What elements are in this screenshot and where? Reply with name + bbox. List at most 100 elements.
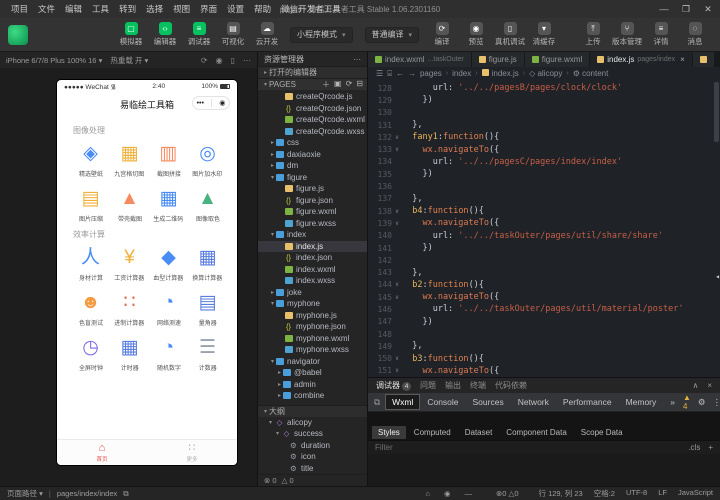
cls-toggle[interactable]: .cls [688, 443, 700, 452]
app-九宫格切图[interactable]: ▦九宫格切图 [110, 140, 149, 178]
devtools-tab-Memory[interactable]: Memory [620, 395, 663, 409]
devtools-tab-Wxml[interactable]: Wxml [386, 395, 419, 409]
tree-item-css[interactable]: ▸css [258, 137, 367, 149]
tree-item-index.wxml[interactable]: index.wxml [258, 264, 367, 276]
app-量角器[interactable]: ▤量角器 [188, 289, 227, 327]
tree-item-combine[interactable]: ▸combine [258, 390, 367, 402]
home-icon[interactable]: ⌂ [425, 489, 430, 498]
toolbar-编辑器[interactable]: ‹›编辑器 [149, 22, 181, 47]
app-网络测速[interactable]: ◔网络测速 [149, 289, 188, 327]
rotate-icon[interactable]: ⟳ [201, 56, 208, 65]
crumb-pages[interactable]: pages [420, 69, 442, 78]
app-计时器[interactable]: ▦计时器 [110, 334, 149, 372]
collapse-icon[interactable]: ⊟ [356, 79, 363, 90]
menu-视图[interactable]: 视图 [168, 3, 195, 15]
editor-tab-figure.wxml[interactable]: figure.wxml [525, 52, 590, 67]
toolbar-详情[interactable]: ≡详情 [645, 22, 677, 47]
bookmark-icon[interactable]: ⌸ [387, 69, 392, 79]
maximize-button[interactable]: ❐ [680, 4, 692, 15]
tree-item-dm[interactable]: ▸dm [258, 160, 367, 172]
tree-item-myphone.js[interactable]: myphone.js [258, 310, 367, 322]
page-path-select[interactable]: 页面路径 ▾ [7, 488, 43, 499]
hot-reload-toggle[interactable]: 热重载 开 ▾ [110, 55, 148, 66]
tree-item-index.json[interactable]: {}index.json [258, 252, 367, 264]
devtools-tab-»[interactable]: » [664, 395, 681, 409]
app-随机数字[interactable]: ◔随机数字 [149, 334, 188, 372]
statusbar-problems[interactable]: ⊗0 △0 [496, 489, 519, 498]
explorer-more-button[interactable]: ⋯ [353, 55, 361, 64]
phone-tab-首页[interactable]: ⌂首页 [57, 440, 147, 465]
devtools-tab-Network[interactable]: Network [512, 395, 555, 409]
app-图片加水印[interactable]: ◎图片加水印 [188, 140, 227, 178]
styles-subtab-Computed[interactable]: Computed [408, 426, 457, 439]
menu-转到[interactable]: 转到 [114, 3, 141, 15]
tree-item-admin[interactable]: ▸admin [258, 379, 367, 391]
editor-tab-index.wxml[interactable]: index.wxml...taskOuter [368, 52, 472, 67]
device-icon[interactable]: ▯ [231, 56, 235, 65]
minus-icon[interactable]: — [464, 489, 472, 498]
collapse-panel-icon[interactable]: ∧ [692, 381, 698, 390]
outline-item-success[interactable]: ▾◇success [258, 428, 367, 440]
editor-tab-partial[interactable] [693, 52, 715, 67]
kebab-menu-icon[interactable]: ⋮ [713, 397, 720, 408]
language-mode[interactable]: JavaScript [678, 488, 713, 499]
more-icon[interactable]: ⋯ [243, 56, 251, 65]
toolbar-上传[interactable]: ⤒上传 [577, 22, 609, 47]
warning-count[interactable]: ▲ 4 [683, 393, 691, 411]
app-身材计算[interactable]: 人身材计算 [71, 244, 110, 282]
tree-item-figure.wxss[interactable]: figure.wxss [258, 218, 367, 230]
outline-item-duration[interactable]: ⚙duration [258, 440, 367, 452]
outline-item-title[interactable]: ⚙title [258, 463, 367, 475]
menu-文件[interactable]: 文件 [33, 3, 60, 15]
panel-tab-代码依赖[interactable]: 代码依赖 [495, 380, 527, 391]
tree-item-index.js[interactable]: index.js [258, 241, 367, 253]
crumb-index[interactable]: index [452, 69, 471, 78]
tree-item-figure.json[interactable]: {}figure.json [258, 195, 367, 207]
toolbar-真机调试[interactable]: ▯真机调试 [494, 22, 526, 47]
app-图像取色[interactable]: ▲图像取色 [188, 185, 227, 223]
toolbar-清缓存[interactable]: ▾清缓存 [528, 22, 560, 47]
inspect-element-icon[interactable]: ⧉ [374, 397, 380, 408]
tree-item-myphone.wxss[interactable]: myphone.wxss [258, 344, 367, 356]
indent-setting[interactable]: 空格:2 [594, 488, 615, 499]
panel-tab-输出[interactable]: 输出 [445, 380, 461, 391]
menu-帮助[interactable]: 帮助 [249, 3, 276, 15]
toolbar-消息[interactable]: ◌消息 [679, 22, 711, 47]
open-editors-section[interactable]: ▸打开的编辑器 [258, 66, 367, 78]
menu-编辑[interactable]: 编辑 [60, 3, 87, 15]
panel-tab-终端[interactable]: 终端 [470, 380, 486, 391]
tree-item-navigator[interactable]: ▾navigator [258, 356, 367, 368]
toolbar-云开发[interactable]: ☁云开发 [251, 22, 283, 47]
tree-item-figure.wxml[interactable]: figure.wxml [258, 206, 367, 218]
devtools-tab-Performance[interactable]: Performance [557, 395, 618, 409]
editor-tab-index.js[interactable]: index.jspages/index× [590, 52, 693, 67]
new-file-icon[interactable]: ＋ [322, 79, 330, 90]
tree-item-myphone.json[interactable]: {}myphone.json [258, 321, 367, 333]
menu-界面[interactable]: 界面 [195, 3, 222, 15]
tree-item-myphone.wxml[interactable]: myphone.wxml [258, 333, 367, 345]
crumb-alicopy[interactable]: ◇ alicopy [529, 69, 562, 78]
new-folder-icon[interactable]: ▣ [334, 79, 342, 90]
cursor-position[interactable]: 行 129, 列 23 [539, 488, 583, 499]
outline-item-alicopy[interactable]: ▾◇alicopy [258, 417, 367, 429]
tree-item-figure[interactable]: ▾figure [258, 172, 367, 184]
menu-微信开发者工具[interactable]: 微信开发者工具 [276, 3, 346, 15]
app-换算计算器[interactable]: ▦换算计算器 [188, 244, 227, 282]
tree-item-@babel[interactable]: ▸@babel [258, 367, 367, 379]
crumb-content[interactable]: ⚙ content [573, 69, 609, 78]
app-血型计算器[interactable]: ◆血型计算器 [149, 244, 188, 282]
styles-subtab-Scope Data[interactable]: Scope Data [575, 426, 629, 439]
compile-mode-select[interactable]: 普通编译▾ [365, 27, 420, 43]
app-截图拼接[interactable]: ▥截图拼接 [149, 140, 188, 178]
eol-setting[interactable]: LF [658, 488, 667, 499]
menu-设置[interactable]: 设置 [222, 3, 249, 15]
crumb-index.js[interactable]: index.js [482, 69, 519, 78]
refresh-icon[interactable]: ⟳ [346, 79, 353, 90]
app-带壳截图[interactable]: ▲带壳截图 [110, 185, 149, 223]
pages-section-header[interactable]: ▾PAGES ＋▣⟳⊟ [258, 78, 367, 90]
app-色盲测试[interactable]: ☻色盲测试 [71, 289, 110, 327]
menu-项目[interactable]: 项目 [6, 3, 33, 15]
toolbar-版本管理[interactable]: ⑂版本管理 [611, 22, 643, 47]
editor-scrollbar[interactable] [714, 82, 719, 142]
app-工资计算器[interactable]: ¥工资计算器 [110, 244, 149, 282]
